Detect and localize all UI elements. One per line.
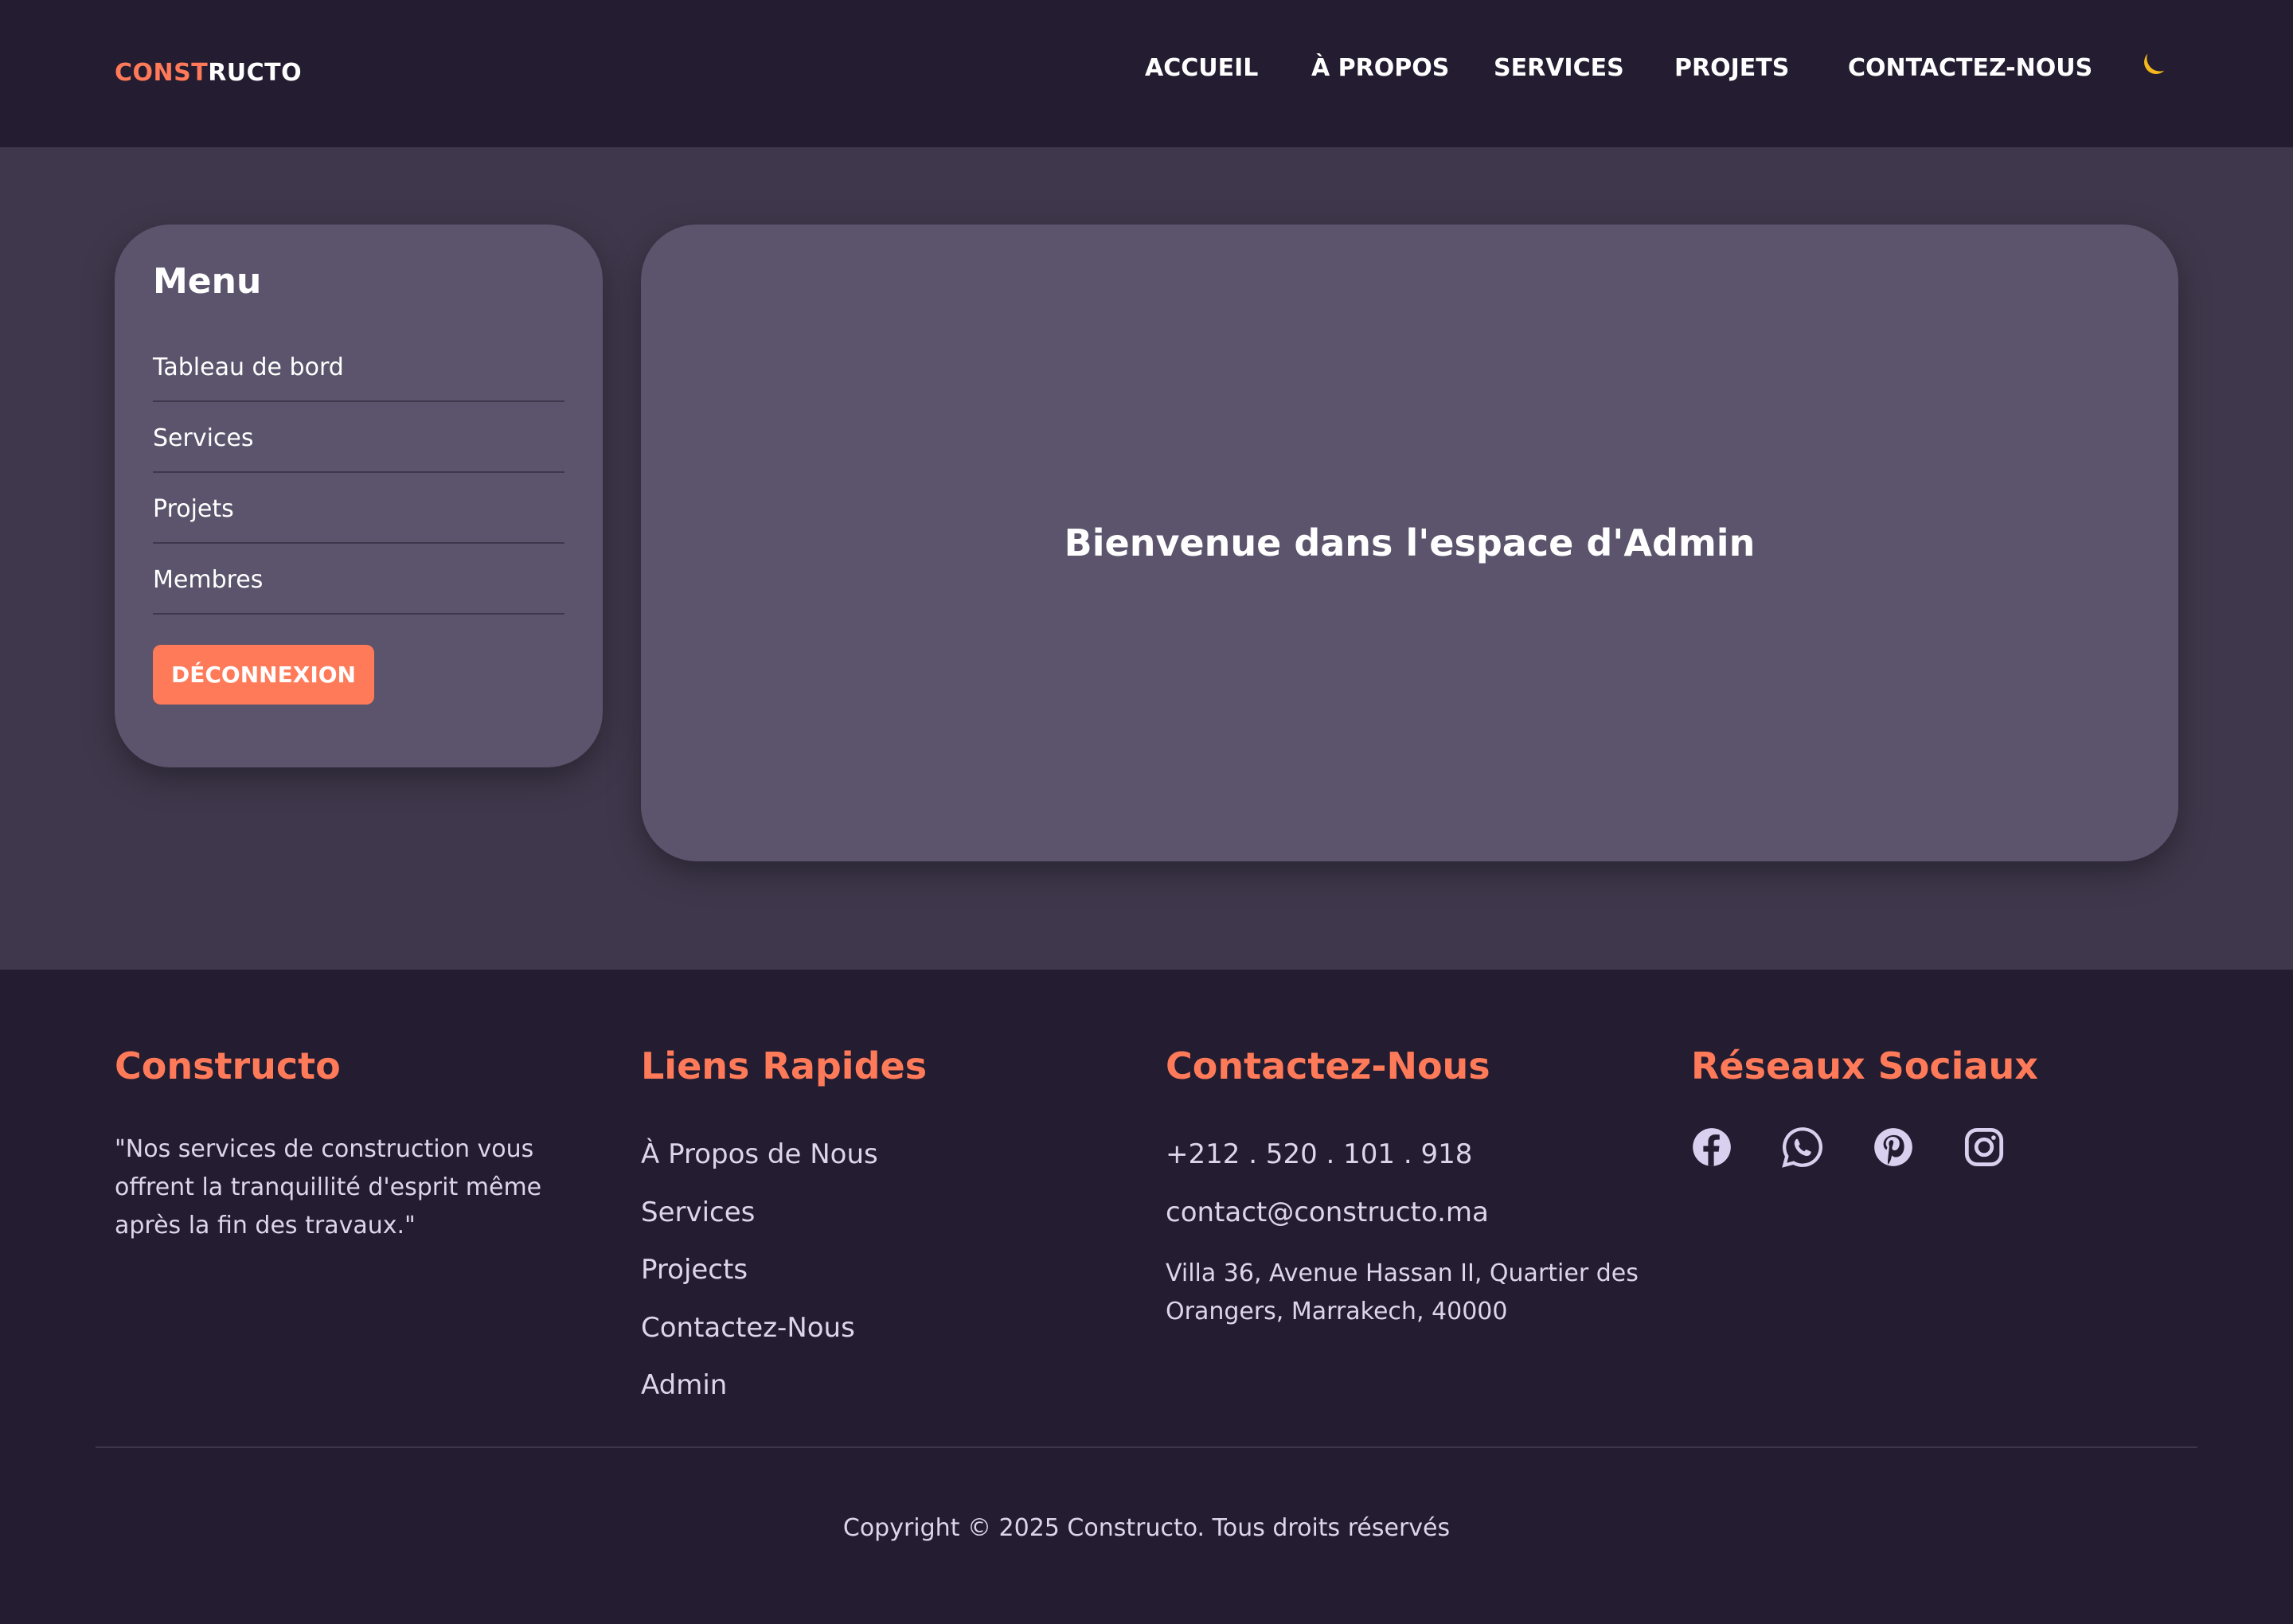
logo-accent: CONST — [115, 59, 209, 87]
sidebar-item-label: Services — [153, 424, 254, 452]
nav-contactez-nous[interactable]: CONTACTEZ-NOUS — [1848, 54, 2092, 82]
footer-quote: "Nos services de construction vous offre… — [115, 1135, 542, 1239]
nav-services[interactable]: SERVICES — [1494, 54, 1624, 82]
site-footer: Constructo "Nos services de construction… — [0, 970, 2293, 1624]
footer-link-services[interactable]: Services — [641, 1197, 755, 1228]
footer-link-contactez-nous[interactable]: Contactez-Nous — [641, 1312, 855, 1344]
facebook-icon[interactable] — [1691, 1126, 1732, 1168]
moon-icon[interactable] — [2134, 49, 2169, 84]
sidebar-item-label: Membres — [153, 566, 264, 594]
main-area: Menu Tableau de bord Services Projets Me… — [0, 147, 2293, 970]
footer-social-heading: Réseaux Sociaux — [1691, 1044, 2038, 1087]
nav-projets[interactable]: PROJETS — [1674, 54, 1789, 82]
footer-phone: +212 . 520 . 101 . 918 — [1166, 1138, 1473, 1170]
welcome-heading: Bienvenue dans l'espace d'Admin — [1064, 521, 1756, 564]
sidebar-item-membres[interactable]: Membres — [153, 544, 564, 615]
admin-welcome-card: Bienvenue dans l'espace d'Admin — [641, 224, 2178, 861]
logout-button[interactable]: DÉCONNEXION — [153, 645, 374, 705]
site-header: CONSTRUCTO ACCUEIL À PROPOS SERVICES PRO… — [0, 0, 2293, 147]
sidebar-title: Menu — [153, 261, 262, 302]
instagram-icon[interactable] — [1963, 1126, 2005, 1168]
copyright-text: Copyright © 2025 Constructo. Tous droits… — [842, 1514, 1451, 1542]
footer-contact-heading: Contactez-Nous — [1166, 1044, 1490, 1087]
nav-accueil[interactable]: ACCUEIL — [1145, 54, 1258, 82]
sidebar-item-tableau-de-bord[interactable]: Tableau de bord — [153, 331, 564, 402]
footer-links-heading: Liens Rapides — [641, 1044, 928, 1087]
sidebar-item-label: Projets — [153, 495, 234, 523]
footer-brand-heading: Constructo — [115, 1044, 341, 1087]
sidebar-item-projets[interactable]: Projets — [153, 473, 564, 544]
footer-email[interactable]: contact@constructo.ma — [1166, 1197, 1489, 1228]
pinterest-icon[interactable] — [1873, 1126, 1914, 1168]
nav-a-propos[interactable]: À PROPOS — [1311, 54, 1449, 82]
sidebar-item-label: Tableau de bord — [153, 353, 344, 381]
footer-link-admin[interactable]: Admin — [641, 1369, 727, 1401]
footer-divider — [96, 1446, 2197, 1448]
footer-link-a-propos[interactable]: À Propos de Nous — [641, 1138, 878, 1170]
sidebar-menu: Menu Tableau de bord Services Projets Me… — [115, 224, 603, 767]
logo[interactable]: CONSTRUCTO — [115, 59, 302, 87]
footer-link-projects[interactable]: Projects — [641, 1254, 748, 1286]
sidebar-item-services[interactable]: Services — [153, 402, 564, 473]
logo-rest: RUCTO — [208, 59, 303, 87]
whatsapp-icon[interactable] — [1782, 1126, 1823, 1168]
footer-address: Villa 36, Avenue Hassan II, Quartier des… — [1166, 1259, 1639, 1325]
